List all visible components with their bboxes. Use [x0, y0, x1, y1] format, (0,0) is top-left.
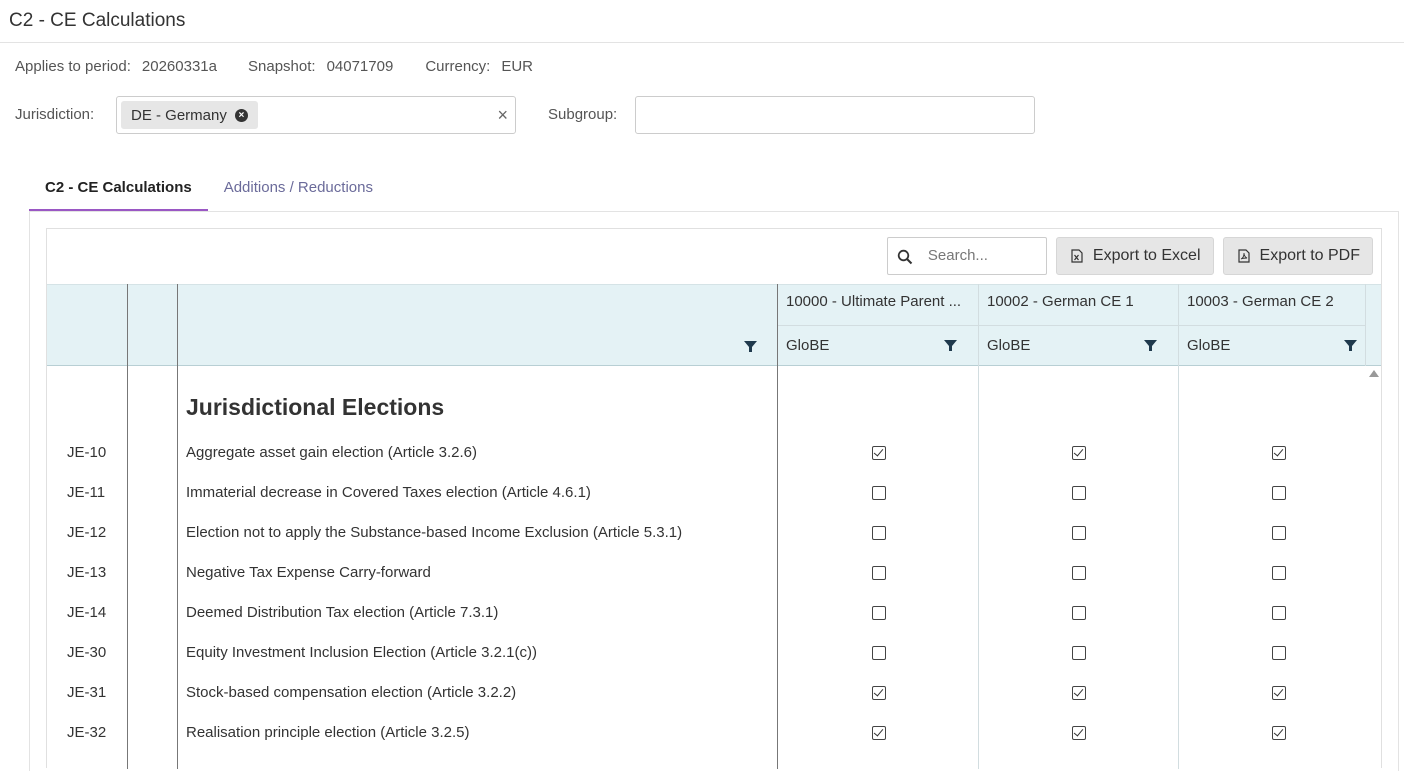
filter-funnel-icon[interactable]	[1144, 339, 1157, 352]
row-description: Aggregate asset gain election (Article 3…	[186, 444, 477, 461]
table-row: JE-32 Realisation principle election (Art…	[47, 714, 1365, 754]
jurisdiction-chip: DE - Germany ×	[121, 101, 258, 129]
table-row: JE-30 Equity Investment Inclusion Electio…	[47, 634, 1365, 674]
basis-label: GloBE	[1187, 337, 1231, 354]
export-excel-button[interactable]: Export to Excel	[1055, 237, 1214, 275]
column-header-entity-2[interactable]: 10002 - German CE 1	[979, 284, 1178, 325]
row-code: JE-11	[67, 484, 106, 501]
table-row: JE-10 Aggregate asset gain election (Arti…	[47, 434, 1365, 474]
row-description: Equity Investment Inclusion Election (Ar…	[186, 644, 537, 661]
grid-toolbar: Export to Excel Export to PDF	[886, 237, 1373, 275]
tab-bar: C2 - CE Calculations Additions / Reducti…	[29, 172, 389, 212]
election-checkbox[interactable]	[872, 646, 886, 660]
subgroup-label: Subgroup:	[548, 106, 618, 123]
row-code: JE-10	[67, 444, 107, 461]
election-checkbox[interactable]	[872, 446, 886, 460]
filter-funnel-icon[interactable]	[744, 340, 757, 353]
remove-chip-icon[interactable]: ×	[234, 108, 248, 122]
row-code: JE-32	[67, 724, 107, 741]
jurisdiction-chip-label: DE - Germany	[131, 106, 227, 124]
column-header-entity-3[interactable]: 10003 - German CE 2	[1179, 284, 1366, 325]
row-code: JE-12	[67, 524, 107, 541]
row-description: Negative Tax Expense Carry-forward	[186, 564, 431, 581]
tab-additions-reductions[interactable]: Additions / Reductions	[208, 172, 389, 211]
filter-funnel-icon[interactable]	[1344, 339, 1357, 352]
section-title: Jurisdictional Elections	[186, 394, 445, 420]
election-checkbox[interactable]	[1072, 606, 1086, 620]
search-box[interactable]	[886, 237, 1047, 275]
table-row: JE-12 Election not to apply the Substance…	[47, 514, 1365, 554]
clear-selection-icon[interactable]: ×	[497, 105, 508, 125]
election-checkbox[interactable]	[1272, 526, 1286, 540]
row-code: JE-14	[67, 604, 107, 621]
row-description: Election not to apply the Substance-base…	[186, 524, 683, 541]
election-checkbox[interactable]	[1272, 566, 1286, 580]
election-checkbox[interactable]	[1272, 486, 1286, 500]
election-checkbox[interactable]	[1072, 646, 1086, 660]
row-code: JE-30	[67, 644, 107, 661]
vertical-scrollbar[interactable]	[1366, 366, 1381, 769]
data-grid: Export to Excel Export to PDF 10000 - Ul…	[46, 228, 1382, 769]
jurisdiction-select[interactable]: DE - Germany × ×	[116, 96, 516, 134]
row-code: JE-31	[67, 684, 107, 701]
election-checkbox[interactable]	[872, 486, 886, 500]
election-checkbox[interactable]	[1272, 646, 1286, 660]
election-checkbox[interactable]	[872, 686, 886, 700]
search-icon	[897, 249, 913, 265]
election-checkbox[interactable]	[872, 526, 886, 540]
row-description: Realisation principle election (Article …	[186, 724, 470, 741]
election-checkbox[interactable]	[1072, 566, 1086, 580]
table-row: JE-31 Stock-based compensation election (…	[47, 674, 1365, 714]
export-excel-label: Export to Excel	[1092, 247, 1201, 264]
election-checkbox[interactable]	[1072, 526, 1086, 540]
election-checkbox[interactable]	[1072, 686, 1086, 700]
row-code: JE-13	[67, 564, 107, 581]
meta-row: Applies to period: 20260331a Snapshot: 0…	[15, 58, 533, 75]
period-label: Applies to period:	[15, 58, 131, 75]
title-divider	[0, 42, 1404, 43]
election-checkbox[interactable]	[1272, 686, 1286, 700]
election-checkbox[interactable]	[1272, 606, 1286, 620]
page-title: C2 - CE Calculations	[9, 10, 186, 31]
row-description: Deemed Distribution Tax election (Articl…	[186, 604, 499, 621]
table-row: JE-13 Negative Tax Expense Carry-forward	[47, 554, 1365, 594]
election-checkbox[interactable]	[1272, 726, 1286, 740]
election-checkbox[interactable]	[872, 566, 886, 580]
excel-file-icon	[1071, 249, 1083, 263]
scroll-up-arrow-icon[interactable]	[1369, 370, 1379, 377]
column-header-entity-1[interactable]: 10000 - Ultimate Parent ...	[778, 284, 977, 325]
pdf-file-icon	[1237, 249, 1250, 263]
basis-label: GloBE	[786, 337, 830, 354]
snapshot-label: Snapshot:	[248, 58, 316, 75]
filter-funnel-icon[interactable]	[944, 339, 957, 352]
column-divider	[1365, 284, 1366, 366]
column-subheader-basis-3: GloBE	[1179, 325, 1366, 366]
snapshot-value: 04071709	[326, 58, 394, 75]
search-input[interactable]	[927, 247, 1038, 264]
row-description: Immaterial decrease in Covered Taxes ele…	[186, 484, 591, 501]
period-value: 20260331a	[141, 58, 217, 75]
currency-value: EUR	[501, 58, 534, 75]
jurisdiction-label: Jurisdiction:	[15, 106, 95, 123]
tab-c2-ce-calculations[interactable]: C2 - CE Calculations	[29, 172, 208, 211]
table-row: JE-14 Deemed Distribution Tax election (A…	[47, 594, 1365, 634]
row-description: Stock-based compensation election (Artic…	[186, 684, 517, 701]
election-checkbox[interactable]	[1072, 486, 1086, 500]
export-pdf-button[interactable]: Export to PDF	[1222, 237, 1373, 275]
election-checkbox[interactable]	[872, 726, 886, 740]
currency-label: Currency:	[425, 58, 491, 75]
election-checkbox[interactable]	[1072, 726, 1086, 740]
filter-row: Jurisdiction: DE - Germany × × Subgroup:	[15, 96, 1055, 134]
basis-label: GloBE	[987, 337, 1031, 354]
election-checkbox[interactable]	[1072, 446, 1086, 460]
export-pdf-label: Export to PDF	[1259, 247, 1360, 264]
election-checkbox[interactable]	[872, 606, 886, 620]
subgroup-select[interactable]	[635, 96, 1035, 134]
election-checkbox[interactable]	[1272, 446, 1286, 460]
table-row: JE-11 Immaterial decrease in Covered Taxe…	[47, 474, 1365, 514]
